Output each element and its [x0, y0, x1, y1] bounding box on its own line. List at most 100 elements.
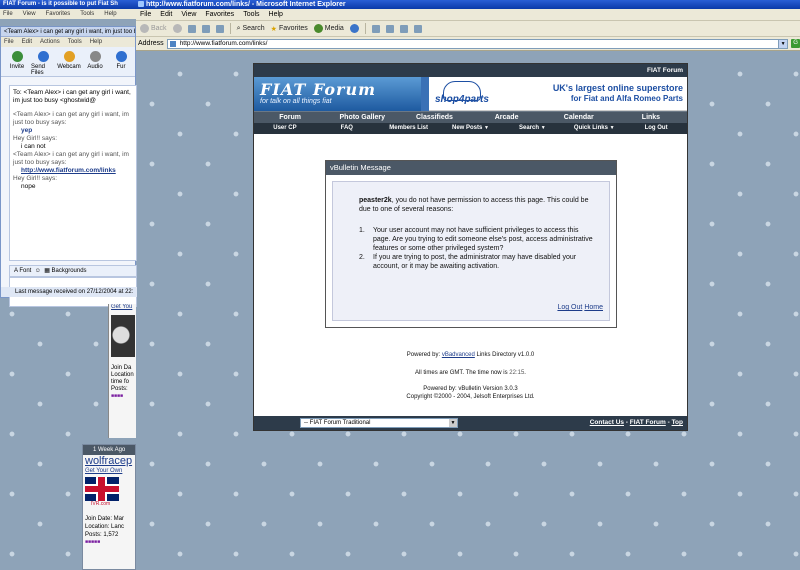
home-icon [215, 24, 224, 33]
edit-icon [399, 24, 408, 33]
vbulletin-credit: Powered by: vBulletin Version 3.0.3 [423, 386, 518, 392]
menu-favorites[interactable]: Favorites [205, 11, 234, 18]
fiat-forum-logo[interactable]: FIAT Forum for talk on all things fiat [254, 77, 429, 111]
forum-post-sidebar-2: 1 Week Ago wolfracep Get Your Own IVR.co… [82, 444, 136, 570]
menu-tools[interactable]: Tools [243, 11, 259, 18]
menu-view[interactable]: View [181, 11, 196, 18]
edit-button[interactable] [399, 24, 408, 33]
post-meta-time: time fo [111, 379, 130, 385]
permission-message: peaster2k, you do not have permission to… [359, 197, 589, 213]
media-button[interactable]: Media [313, 24, 344, 33]
post-join-date: Join Date: Mar [85, 516, 125, 522]
discuss-button[interactable] [413, 24, 422, 33]
nav-log-out[interactable]: Log Out [625, 123, 687, 134]
msn-message-line: Hey Girl!! says: [13, 175, 58, 182]
get-your-own-link[interactable]: Get Your Own [83, 468, 135, 474]
favorites-button[interactable]: ★ Favorites [271, 25, 308, 33]
media-icon [313, 24, 323, 33]
font-button[interactable]: Font [19, 268, 31, 274]
msn-menu: File Edit Actions Tools Help [1, 37, 135, 47]
get-your-own-link[interactable]: Get You [111, 304, 136, 311]
browser-title: http://www.fiatforum.com/links/ - Micros… [146, 1, 346, 8]
post-location: Location: Lanc [85, 524, 125, 530]
contact-us-link[interactable]: Contact Us [590, 419, 624, 426]
bg-menu-help[interactable]: Help [104, 9, 116, 19]
forum-top-bar: FIAT Forum [254, 64, 687, 77]
address-input[interactable]: http://www.fiatforum.com/links/ ▼ [166, 38, 789, 49]
background-window-menu: File View Favorites Tools Help [0, 9, 136, 19]
nav-quick-links[interactable]: Quick Links ▼ [563, 123, 625, 134]
star-icon: ★ [270, 25, 277, 33]
message-links: Log Out Home [557, 303, 603, 312]
reason-item: 1. Your user account may not have suffic… [359, 227, 593, 252]
log-out-link[interactable]: Log Out [557, 304, 582, 311]
mail-button[interactable] [371, 24, 380, 33]
top-link[interactable]: Top [672, 419, 683, 426]
post-username[interactable]: wolfracep [83, 455, 135, 468]
msn-conversation[interactable]: To: <Team Alex> i can get any girl i wan… [9, 85, 137, 261]
webcam-button[interactable]: Webcam [57, 47, 81, 76]
back-button[interactable]: Back [140, 24, 167, 33]
send-files-button[interactable]: Send Files [31, 47, 55, 76]
fun-icon [115, 51, 127, 62]
chevron-down-icon: ▼ [449, 419, 457, 427]
logo-side-strip [421, 77, 429, 111]
nav-arcade[interactable]: Arcade [471, 112, 543, 123]
shop4parts-advert[interactable]: shop4parts UK's largest online superstor… [429, 77, 687, 110]
backgrounds-button[interactable]: Backgrounds [52, 268, 87, 274]
fun-button[interactable]: Fur [109, 47, 133, 76]
forum-page: FIAT Forum FIAT Forum for talk on all th… [253, 63, 688, 431]
print-button[interactable] [385, 24, 394, 33]
page-icon [169, 40, 176, 47]
nav-classifieds[interactable]: Classifieds [398, 112, 470, 123]
menu-file[interactable]: File [140, 11, 151, 18]
fiat-forum-link[interactable]: FIAT Forum [630, 419, 666, 426]
home-link[interactable]: Home [584, 304, 603, 311]
bg-menu-file[interactable]: File [3, 9, 13, 19]
msn-menu-edit[interactable]: Edit [22, 37, 32, 47]
nav-forum[interactable]: Forum [254, 112, 326, 123]
msn-menu-file[interactable]: File [4, 37, 14, 47]
bg-menu-favorites[interactable]: Favorites [46, 9, 71, 19]
menu-edit[interactable]: Edit [160, 11, 172, 18]
vbadvanced-link[interactable]: vBadvanced [442, 352, 475, 358]
msn-menu-tools[interactable]: Tools [68, 37, 82, 47]
forum-banner: FIAT Forum for talk on all things fiat s… [254, 77, 687, 111]
invite-button[interactable]: Invite [5, 47, 29, 76]
address-label: Address [138, 40, 164, 47]
address-dropdown-icon[interactable]: ▼ [778, 39, 788, 48]
menu-help[interactable]: Help [269, 11, 283, 18]
msn-message-line: <Team Alex> i can get any girl i want, i… [13, 151, 129, 166]
user-avatar [111, 315, 135, 357]
style-selector[interactable]: -- FIAT Forum Traditional ▼ [300, 418, 458, 428]
emoticon-icon[interactable]: ☺ [35, 268, 41, 274]
nav-search[interactable]: Search ▼ [501, 123, 563, 134]
msn-title: <Team Alex> i can get any girl i want, i… [1, 27, 135, 37]
nav-new-posts[interactable]: New Posts ▼ [440, 123, 502, 134]
address-bar: Address http://www.fiatforum.com/links/ … [136, 37, 800, 51]
refresh-button[interactable] [201, 24, 210, 33]
nav-calendar[interactable]: Calendar [543, 112, 615, 123]
stop-button[interactable] [187, 24, 196, 33]
audio-button[interactable]: Audio [83, 47, 107, 76]
reason-item: 2. If you are trying to post, the admini… [359, 254, 577, 270]
go-button[interactable]: G [791, 39, 800, 48]
nav-photo-gallery[interactable]: Photo Gallery [326, 112, 398, 123]
history-button[interactable] [349, 24, 359, 33]
msn-message-line: <Team Alex> i can get any girl i want, i… [13, 111, 129, 126]
nav-faq[interactable]: FAQ [316, 123, 378, 134]
home-button[interactable] [215, 24, 224, 33]
msn-menu-help[interactable]: Help [90, 37, 102, 47]
search-button[interactable]: ⌕ Search [237, 25, 265, 33]
bg-menu-view[interactable]: View [23, 9, 36, 19]
nav-user-cp[interactable]: User CP [254, 123, 316, 134]
bg-menu-tools[interactable]: Tools [80, 9, 94, 19]
nav-members-list[interactable]: Members List [378, 123, 440, 134]
forward-button[interactable] [172, 24, 182, 33]
msn-toolbar: Invite Send Files Webcam Audio Fur [1, 47, 135, 77]
history-icon [349, 24, 359, 33]
msn-menu-actions[interactable]: Actions [40, 37, 60, 47]
print-icon [385, 24, 394, 33]
nav-links[interactable]: Links [615, 112, 687, 123]
msn-message-line[interactable]: http://www.fiatforum.com/links [13, 167, 136, 175]
